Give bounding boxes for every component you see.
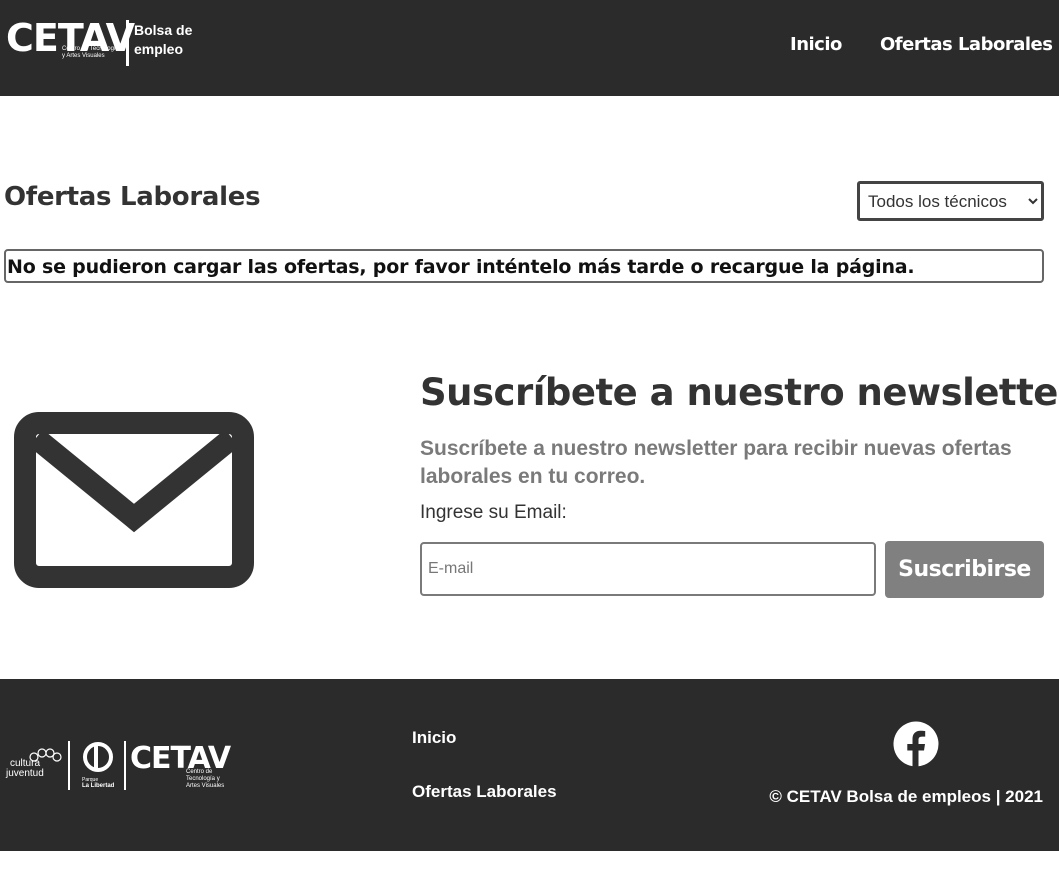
juventud-text: juventud — [6, 768, 44, 779]
cetav-logo[interactable]: CETAV Centro de Tecnología y Artes Visua… — [6, 18, 196, 70]
subscribe-button[interactable]: Suscribirse — [885, 541, 1044, 598]
logo-subtitle: Centro de Tecnología y Artes Visuales — [62, 46, 119, 59]
logo-tagline: Bolsa de empleo — [134, 22, 193, 57]
email-label: Ingrese su Email: — [420, 502, 567, 523]
logo-divider — [68, 741, 70, 790]
envelope-icon — [14, 412, 254, 588]
logo-divider — [126, 20, 129, 66]
copyright-text: © CETAV Bolsa de empleos | 2021 — [769, 787, 1043, 806]
page-title: Ofertas Laborales — [4, 182, 261, 212]
footer-link-inicio[interactable]: Inicio — [412, 728, 456, 748]
footer-link-ofertas-laborales[interactable]: Ofertas Laborales — [412, 782, 557, 802]
facebook-icon[interactable] — [893, 721, 939, 767]
la-libertad-text: La Libertad — [82, 783, 115, 789]
nav-inicio[interactable]: Inicio — [790, 34, 842, 56]
parque-symbol-icon — [83, 742, 113, 772]
footer-cetav-subtitle: Centro de Tecnología y Artes Visuales — [186, 769, 225, 789]
site-footer: cultura juventud Parque La Libertad CETA… — [0, 679, 1059, 851]
error-message: No se pudieron cargar las ofertas, por f… — [4, 249, 1044, 283]
parque-la-libertad-logo: Parque La Libertad — [80, 741, 116, 791]
logo-divider — [124, 741, 126, 790]
newsletter-title: Suscríbete a nuestro newsletter — [420, 371, 1059, 414]
technician-filter-select[interactable]: Todos los técnicos — [857, 181, 1044, 221]
cultura-juventud-logo: cultura juventud — [6, 748, 64, 785]
newsletter-description: Suscríbete a nuestro newsletter para rec… — [420, 437, 1012, 488]
email-input[interactable] — [420, 542, 876, 596]
partner-logos: cultura juventud Parque La Libertad CETA… — [6, 741, 231, 791]
nav-ofertas-laborales[interactable]: Ofertas Laborales — [880, 34, 1053, 56]
site-header: CETAV Centro de Tecnología y Artes Visua… — [0, 0, 1059, 96]
